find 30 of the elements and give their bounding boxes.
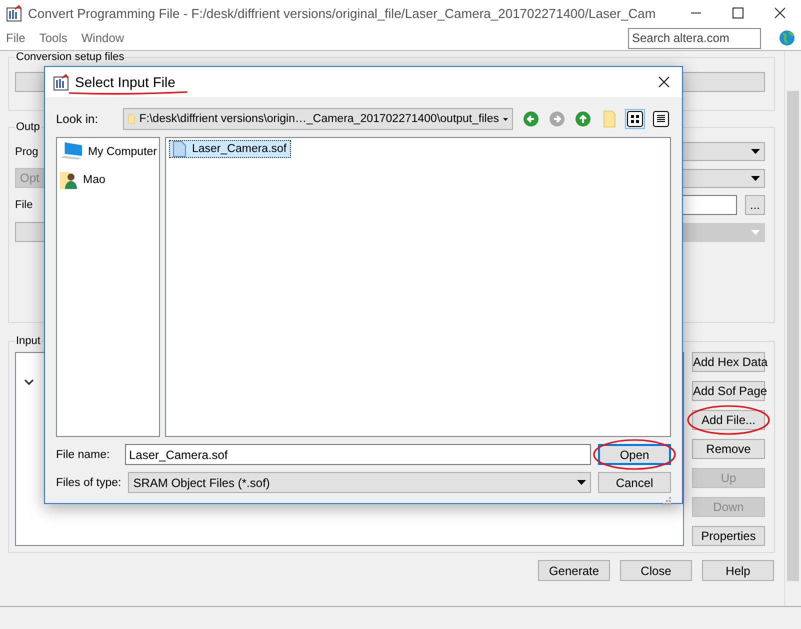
input-action-button[interactable]: Properties bbox=[692, 526, 765, 546]
footer-button[interactable]: Close bbox=[620, 560, 692, 581]
menu-item[interactable]: File bbox=[6, 31, 26, 45]
footer-button[interactable]: Help bbox=[702, 560, 774, 581]
input-action-button[interactable]: Add File... bbox=[692, 410, 765, 430]
group-label: Outp bbox=[15, 121, 41, 134]
look-in-dropdown[interactable]: F:\desk\diffrient versions\origin…_Camera_201702271400\output_files bbox=[123, 108, 513, 130]
footer-button[interactable]: Generate bbox=[538, 560, 610, 581]
field-label: Look in: bbox=[56, 112, 100, 126]
menu-item[interactable]: Tools bbox=[39, 31, 68, 45]
menu-item[interactable]: Window bbox=[81, 31, 124, 45]
window-title: Convert Programming File - F:/desk/diffrient versions/original_file/Laser_Camera_201702271400/Laser_Cam bbox=[28, 6, 657, 20]
file-entry[interactable]: Laser_Camera.sof bbox=[169, 140, 291, 158]
dialog-button[interactable]: Open bbox=[598, 444, 671, 465]
field-label: Files of type: bbox=[56, 476, 122, 488]
dialog-button[interactable]: Cancel bbox=[598, 472, 671, 493]
field-label: File name: bbox=[56, 448, 111, 460]
input-action-button[interactable]: Remove bbox=[692, 439, 765, 459]
place-item[interactable]: My Computer bbox=[88, 146, 157, 158]
search-field[interactable]: Search altera.com bbox=[628, 28, 761, 48]
field-label: File bbox=[15, 199, 33, 211]
input-action-button[interactable]: Add Sof Page bbox=[692, 381, 765, 401]
file-type-dropdown[interactable]: SRAM Object Files (*.sof) bbox=[128, 472, 591, 493]
place-item[interactable]: Mao bbox=[83, 174, 106, 186]
dialog-title: Select Input File bbox=[75, 74, 176, 90]
browse-button[interactable]: ... bbox=[745, 195, 765, 215]
group-label: Input bbox=[15, 335, 42, 348]
file-name-field[interactable]: Laser_Camera.sof bbox=[125, 444, 591, 465]
group-label: Conversion setup files bbox=[15, 51, 126, 64]
field-label: Prog bbox=[15, 146, 38, 158]
